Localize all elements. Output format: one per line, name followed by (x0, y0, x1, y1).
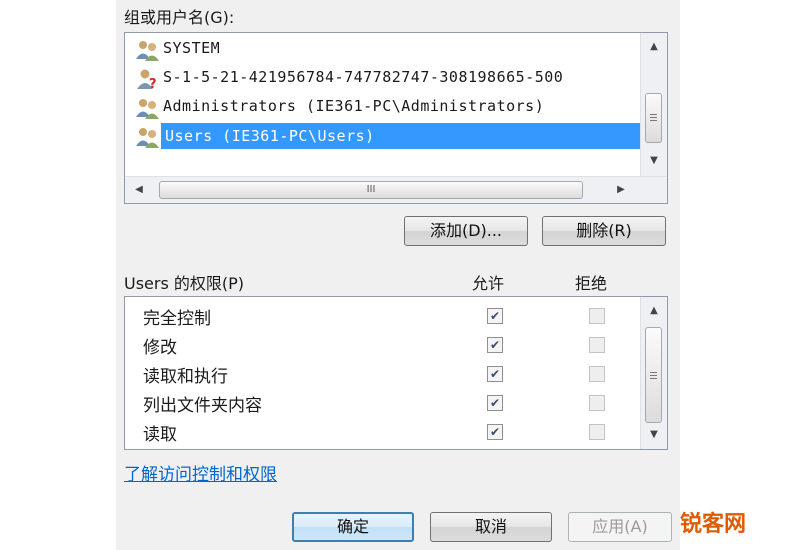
deny-checkbox[interactable] (589, 308, 605, 324)
scroll-down-arrow-icon[interactable]: ▼ (646, 155, 662, 166)
remove-button[interactable]: 删除(R) (542, 216, 666, 246)
allow-column-header: 允许 (472, 274, 505, 293)
allow-checkbox[interactable]: ✔ (487, 424, 503, 440)
users-icon (136, 128, 159, 148)
scroll-thumb[interactable] (645, 327, 662, 423)
unknown-user-icon: ? (137, 69, 157, 90)
user-row-system[interactable]: SYSTEM (135, 35, 635, 63)
permission-row-full-control: 完全控制 ✔ (125, 302, 641, 331)
scroll-up-arrow-icon[interactable]: ▲ (646, 305, 662, 316)
permission-row-read: 读取 ✔ (125, 418, 641, 447)
scroll-up-arrow-icon[interactable]: ▲ (646, 41, 662, 52)
user-list-horizontal-scrollbar[interactable]: ◀ III ▶ (125, 176, 667, 203)
allow-checkbox[interactable]: ✔ (487, 337, 503, 353)
scroll-down-arrow-icon[interactable]: ▼ (646, 429, 662, 440)
allow-checkbox[interactable]: ✔ (487, 395, 503, 411)
cancel-button[interactable]: 取消 (430, 512, 552, 542)
user-name: Administrators (IE361-PC\Administrators) (163, 97, 545, 115)
learn-access-control-link[interactable]: 了解访问控制和权限 (124, 460, 277, 485)
user-list-vertical-scrollbar[interactable]: ▲ ▼ (640, 33, 667, 179)
apply-button[interactable]: 应用(A) (568, 512, 672, 542)
user-list[interactable]: SYSTEM ? S-1-5-21-421956784-747782747-30… (124, 32, 668, 204)
user-row-sid[interactable]: ? S-1-5-21-421956784-747782747-308198665… (135, 64, 635, 92)
permission-row-list-folder: 列出文件夹内容 ✔ (125, 389, 641, 418)
permission-row-modify: 修改 ✔ (125, 331, 641, 360)
permission-name: 修改 (143, 338, 177, 358)
scroll-left-arrow-icon[interactable]: ◀ (131, 184, 147, 195)
permission-name: 列出文件夹内容 (143, 396, 262, 416)
permissions-label: Users 的权限(P) (124, 274, 245, 293)
deny-checkbox[interactable] (589, 337, 605, 353)
user-row-administrators[interactable]: Administrators (IE361-PC\Administrators) (135, 93, 635, 121)
user-name: Users (IE361-PC\Users) (161, 123, 641, 149)
scroll-thumb[interactable]: III (159, 181, 583, 199)
users-icon (136, 41, 159, 61)
users-icon (136, 99, 159, 119)
deny-checkbox[interactable] (589, 395, 605, 411)
scroll-thumb[interactable] (645, 93, 662, 143)
allow-checkbox[interactable]: ✔ (487, 366, 503, 382)
scroll-right-arrow-icon[interactable]: ▶ (613, 184, 629, 195)
allow-checkbox[interactable]: ✔ (487, 308, 503, 324)
permission-name: 完全控制 (143, 309, 211, 329)
group-or-user-label: 组或用户名(G): (124, 8, 235, 27)
permissions-list[interactable]: 完全控制 ✔ 修改 ✔ 读取和执行 ✔ 列出文件夹内容 ✔ 读取 ✔ ▲ ▼ (124, 296, 668, 450)
watermark: 锐客网 (680, 512, 747, 537)
permission-row-read-execute: 读取和执行 ✔ (125, 360, 641, 389)
user-row-users[interactable]: Users (IE361-PC\Users) (135, 122, 641, 150)
deny-checkbox[interactable] (589, 366, 605, 382)
deny-column-header: 拒绝 (575, 274, 608, 293)
deny-checkbox[interactable] (589, 424, 605, 440)
ok-button[interactable]: 确定 (292, 512, 414, 542)
svg-text:?: ? (149, 77, 157, 90)
add-button[interactable]: 添加(D)... (404, 216, 528, 246)
user-name: SYSTEM (163, 39, 221, 57)
user-name: S-1-5-21-421956784-747782747-308198665-5… (163, 68, 564, 86)
permissions-vertical-scrollbar[interactable]: ▲ ▼ (640, 297, 667, 449)
permission-name: 读取 (143, 425, 177, 445)
permission-name: 读取和执行 (143, 367, 228, 387)
